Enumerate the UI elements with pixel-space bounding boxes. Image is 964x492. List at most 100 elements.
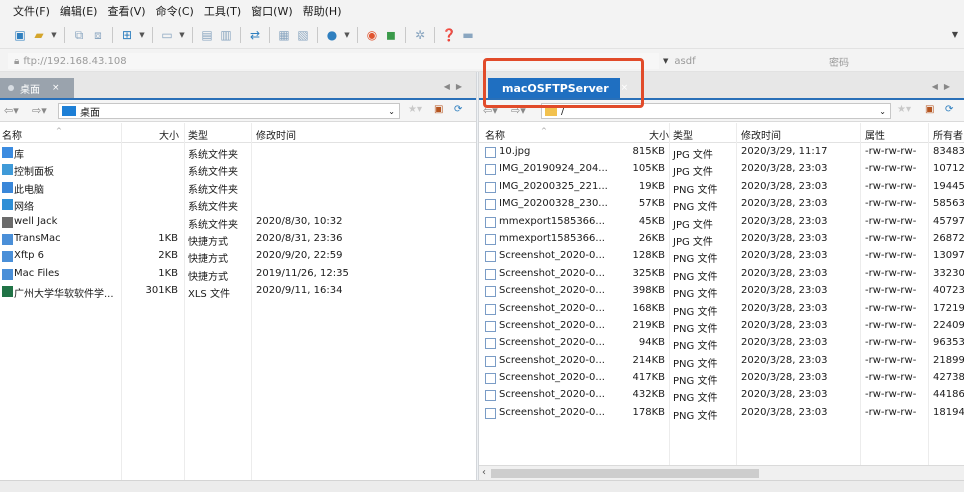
terminal-icon[interactable]: ▭ <box>159 27 175 43</box>
menu-help[interactable]: 帮助(H) <box>298 3 347 19</box>
cell-size: 398KB <box>632 285 665 297</box>
table-row[interactable]: 此电脑 系统文件夹 <box>0 179 476 196</box>
open-folder-icon[interactable]: ▰ <box>31 27 47 43</box>
table-row[interactable]: 网络 系统文件夹 <box>0 196 476 213</box>
table-row[interactable]: Screenshot_2020-0... 168KB PNG 文件 2020/3/28… <box>479 301 964 318</box>
back-arrow-icon[interactable]: ⇦▾ <box>4 104 19 117</box>
table-row[interactable]: IMG_20190924_204... 105KB JPG 文件 2020/3/28,… <box>479 161 964 178</box>
chevron-down-icon[interactable]: ▼ <box>50 27 58 43</box>
menu-edit[interactable]: 编辑(E) <box>55 3 103 19</box>
refresh-icon[interactable]: ⟳ <box>454 104 462 115</box>
transfer-icon[interactable]: ⇄ <box>247 27 263 43</box>
table-row[interactable]: Screenshot_2020-0... 398KB PNG 文件 2020/3/28… <box>479 283 964 300</box>
table-row[interactable]: 控制面板 系统文件夹 <box>0 161 476 178</box>
column-type[interactable]: 类型 <box>188 127 208 142</box>
cell-perm: -rw-rw-rw- <box>865 285 917 297</box>
find-icon[interactable]: ▧ <box>295 27 311 43</box>
close-icon[interactable]: × <box>52 83 60 93</box>
table-row[interactable]: Screenshot_2020-0... 325KB PNG 文件 2020/3/28… <box>479 266 964 283</box>
table-row[interactable]: 库 系统文件夹 <box>0 144 476 161</box>
new-tab-icon[interactable]: ⊞ <box>119 27 135 43</box>
scroll-left-icon[interactable]: ‹ <box>482 467 486 478</box>
print-icon[interactable]: ▦ <box>276 27 292 43</box>
refresh-icon[interactable]: ⟳ <box>945 104 953 115</box>
column-modified[interactable]: 修改时间 <box>256 127 296 142</box>
bookmark-star-icon[interactable]: ★▾ <box>897 104 911 115</box>
cell-modified: 2020/3/28, 23:03 <box>741 337 828 349</box>
paste-icon[interactable]: ▥ <box>218 27 234 43</box>
column-size[interactable]: 大小 <box>159 127 179 142</box>
horizontal-scrollbar[interactable]: ‹ <box>479 465 964 480</box>
table-row[interactable]: well Jack 系统文件夹 2020/8/30, 10:32 <box>0 214 476 231</box>
table-row[interactable]: TransMac 1KB 快捷方式 2020/8/31, 23:36 <box>0 231 476 248</box>
table-row[interactable]: Screenshot_2020-0... 94KB PNG 文件 2020/3/28,… <box>479 335 964 352</box>
menu-tools[interactable]: 工具(T) <box>199 3 246 19</box>
table-row[interactable]: Xftp 6 2KB 快捷方式 2020/9/20, 22:59 <box>0 248 476 265</box>
password-field[interactable]: 密码 <box>817 53 962 69</box>
table-row[interactable]: Screenshot_2020-0... 178KB PNG 文件 2020/3/28… <box>479 405 964 422</box>
table-row[interactable]: mmexport1585366... 26KB JPG 文件 2020/3/28, 2… <box>479 231 964 248</box>
menu-window[interactable]: 窗口(W) <box>246 3 297 19</box>
folder-up-icon[interactable]: ▣ <box>925 104 934 115</box>
table-row[interactable]: Screenshot_2020-0... 128KB PNG 文件 2020/3/28… <box>479 248 964 265</box>
forward-arrow-icon[interactable]: ⇨▾ <box>32 104 47 117</box>
chevron-down-icon[interactable]: ⌄ <box>388 107 395 116</box>
column-name[interactable]: 名称 <box>485 127 505 142</box>
chat-icon[interactable]: ▬ <box>460 27 476 43</box>
menu-file[interactable]: 文件(F) <box>8 3 55 19</box>
toolbar-divider <box>152 27 153 43</box>
table-row[interactable]: Screenshot_2020-0... 417KB PNG 文件 2020/3/28… <box>479 370 964 387</box>
tab-scroll-arrows-icon[interactable]: ◀▶ <box>444 82 468 91</box>
scrollbar-thumb[interactable] <box>491 469 759 478</box>
back-arrow-icon[interactable]: ⇦▾ <box>483 104 498 117</box>
tab-desktop[interactable]: 桌面 × <box>0 78 74 98</box>
chevron-down-icon[interactable]: ▼ <box>178 27 186 43</box>
cell-size: 168KB <box>632 302 665 314</box>
table-row[interactable]: mmexport1585366... 45KB JPG 文件 2020/3/28, 2… <box>479 214 964 231</box>
table-row[interactable]: Screenshot_2020-0... 432KB PNG 文件 2020/3/28… <box>479 387 964 404</box>
gear-icon[interactable]: ✲ <box>412 27 428 43</box>
new-session-icon[interactable]: ▣ <box>12 27 28 43</box>
cell-perm: -rw-rw-rw- <box>865 198 917 210</box>
cell-perm: -rw-rw-rw- <box>865 389 917 401</box>
table-row[interactable]: IMG_20200325_221... 19KB PNG 文件 2020/3/28, … <box>479 179 964 196</box>
help-icon[interactable]: ❓ <box>441 27 457 43</box>
column-owner[interactable]: 所有者 <box>933 127 963 142</box>
chevron-down-icon[interactable]: ▼ <box>138 27 146 43</box>
image-file-icon <box>485 286 496 298</box>
table-row[interactable]: 广州大学华软软件学... 301KB XLS 文件 2020/9/11, 16:34 <box>0 283 476 300</box>
copy-icon[interactable]: ▤ <box>199 27 215 43</box>
table-row[interactable]: IMG_20200328_230... 57KB PNG 文件 2020/3/28, … <box>479 196 964 213</box>
menu-command[interactable]: 命令(C) <box>151 3 199 19</box>
column-type[interactable]: 类型 <box>673 127 693 142</box>
chevron-down-icon[interactable]: ▼ <box>343 27 351 43</box>
table-row[interactable]: 10.jpg 815KB JPG 文件 2020/3/29, 11:17 -rw-rw-… <box>479 144 964 161</box>
chevron-down-icon[interactable]: ▼ <box>663 57 668 65</box>
cell-type: 快捷方式 <box>188 271 228 283</box>
folder-up-icon[interactable]: ▣ <box>434 104 443 115</box>
chevron-down-icon[interactable]: ⌄ <box>879 107 886 116</box>
remote-path-field[interactable]: / ⌄ <box>541 103 891 119</box>
forward-arrow-icon[interactable]: ⇨▾ <box>511 104 526 117</box>
close-icon[interactable]: × <box>621 83 629 93</box>
tab-macosftpserver[interactable]: macOSFTPServer × <box>488 78 628 98</box>
bookmark-star-icon[interactable]: ★▾ <box>408 104 422 115</box>
column-size[interactable]: 大小 <box>649 127 669 142</box>
sync-icon[interactable]: ◼ <box>383 27 399 43</box>
xshell-icon[interactable]: ◉ <box>364 27 380 43</box>
host-field[interactable]: 🔒︎ ftp://192.168.43.108 <box>8 53 659 69</box>
table-row[interactable]: Screenshot_2020-0... 214KB PNG 文件 2020/3/28… <box>479 353 964 370</box>
connect-icon[interactable]: ⧉ <box>71 27 87 43</box>
toolbar-overflow-icon[interactable]: ▼ <box>952 30 958 39</box>
column-modified[interactable]: 修改时间 <box>741 127 781 142</box>
column-name[interactable]: 名称 <box>2 127 22 142</box>
menu-view[interactable]: 查看(V) <box>102 3 150 19</box>
tab-scroll-arrows-icon[interactable]: ◀▶ <box>932 82 956 91</box>
globe-icon[interactable]: ● <box>324 27 340 43</box>
column-permissions[interactable]: 属性 <box>865 127 885 142</box>
table-row[interactable]: Screenshot_2020-0... 219KB PNG 文件 2020/3/28… <box>479 318 964 335</box>
user-field[interactable]: ▼ asdf <box>663 53 813 69</box>
local-path-field[interactable]: 桌面 ⌄ <box>58 103 400 119</box>
disconnect-icon[interactable]: ⧈ <box>90 27 106 43</box>
table-row[interactable]: Mac Files 1KB 快捷方式 2019/11/26, 12:35 <box>0 266 476 283</box>
